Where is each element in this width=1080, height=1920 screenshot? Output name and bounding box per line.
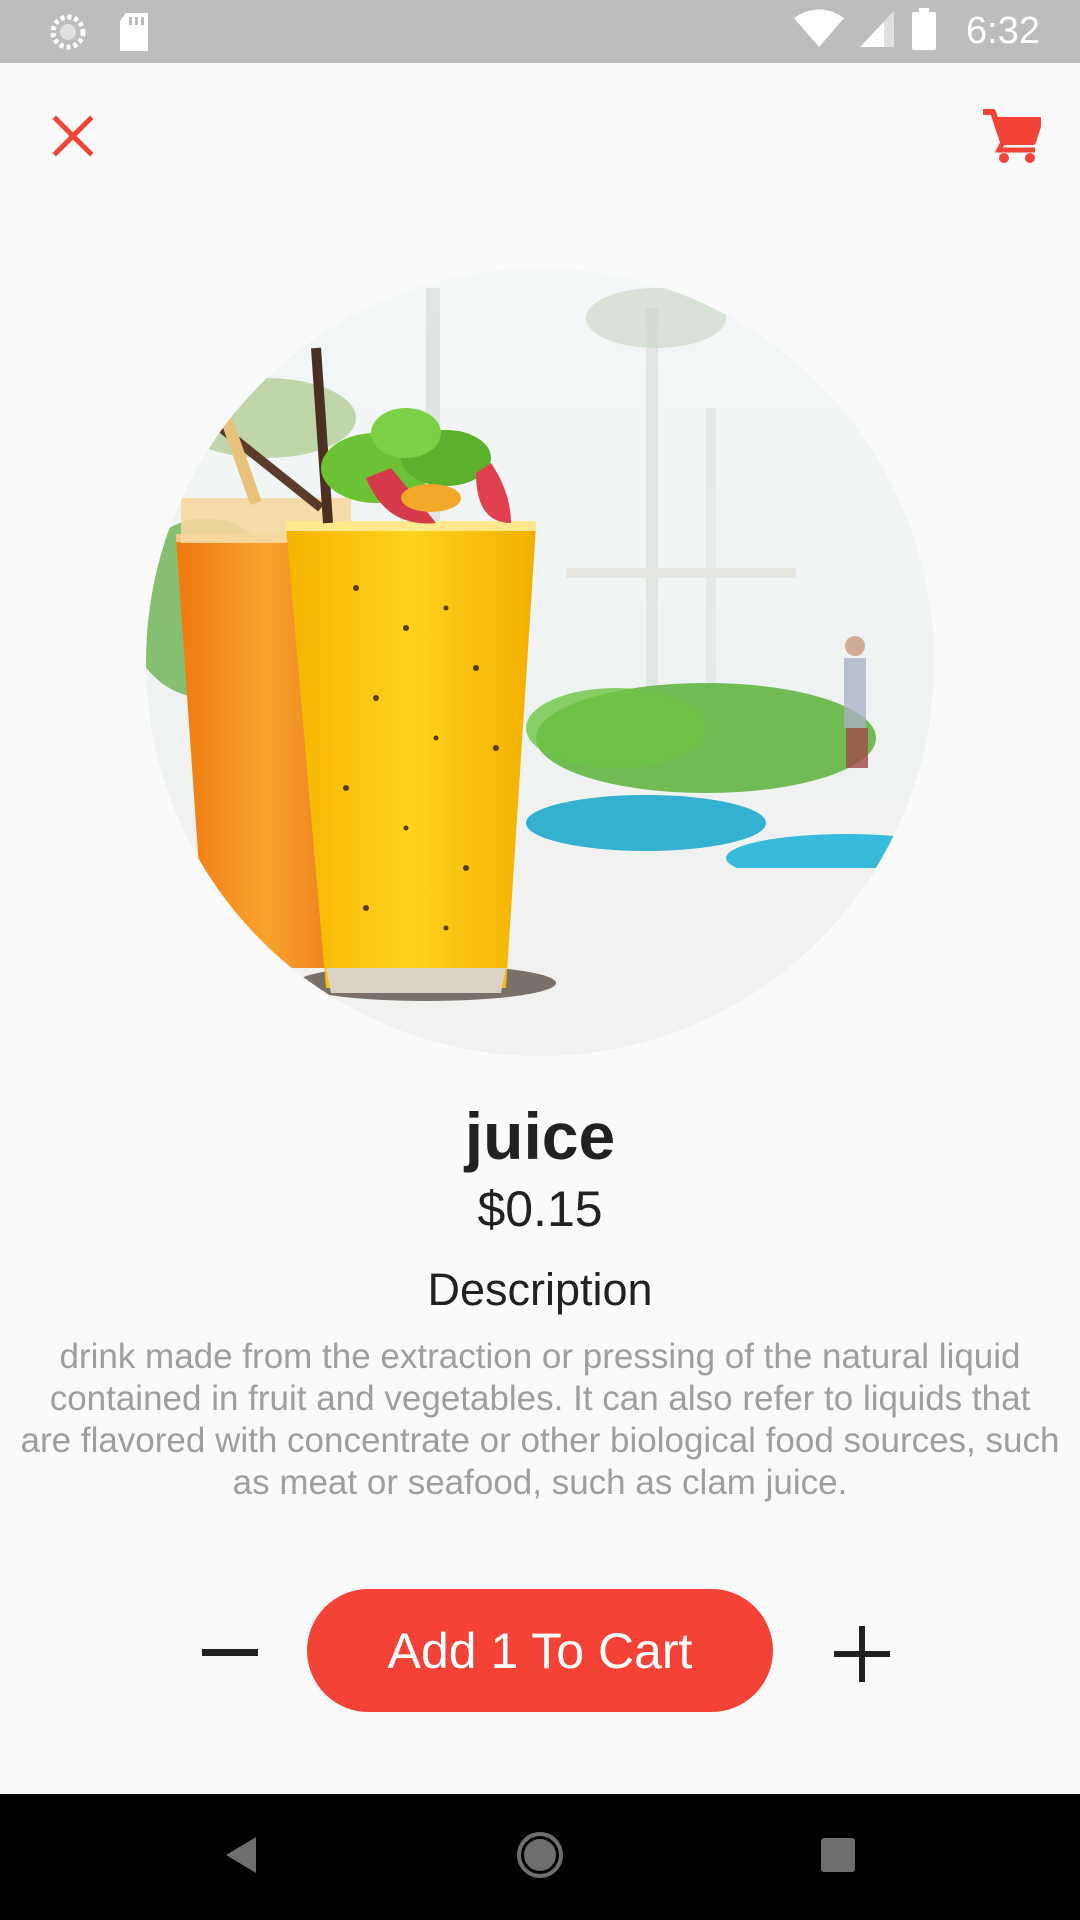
back-icon bbox=[224, 1835, 258, 1880]
close-button[interactable] bbox=[40, 105, 106, 171]
description-heading: Description bbox=[427, 1264, 653, 1315]
increment-button[interactable] bbox=[822, 1616, 902, 1696]
add-to-cart-button[interactable]: Add 1 To Cart bbox=[307, 1589, 773, 1712]
recents-button[interactable] bbox=[803, 1822, 873, 1892]
shopping-cart-icon bbox=[983, 108, 1043, 169]
battery-icon bbox=[912, 8, 937, 55]
sync-icon bbox=[48, 12, 88, 57]
plus-icon bbox=[834, 1625, 890, 1687]
status-time: 6:32 bbox=[966, 10, 1040, 52]
status-bar-left bbox=[48, 12, 150, 57]
home-icon bbox=[515, 1830, 565, 1885]
close-icon bbox=[51, 114, 95, 163]
product-name: juice bbox=[464, 1099, 616, 1173]
sd-card-icon bbox=[118, 13, 150, 56]
product-detail-screen: 6:32 juice $0.15 Description drink made … bbox=[0, 0, 1080, 1920]
navigation-bar bbox=[0, 1794, 1080, 1920]
status-bar: 6:32 bbox=[0, 0, 1080, 63]
recents-icon bbox=[821, 1837, 855, 1877]
signal-icon bbox=[860, 9, 896, 54]
description-text: drink made from the extraction or pressi… bbox=[20, 1337, 1060, 1502]
cart-button[interactable] bbox=[974, 100, 1050, 176]
product-image bbox=[146, 268, 934, 1056]
minus-icon bbox=[202, 1646, 258, 1664]
home-button[interactable] bbox=[505, 1822, 575, 1892]
decrement-button[interactable] bbox=[190, 1620, 270, 1690]
back-button[interactable] bbox=[206, 1822, 276, 1892]
wifi-icon bbox=[794, 9, 845, 54]
product-price: $0.15 bbox=[477, 1181, 603, 1237]
status-bar-right: 6:32 bbox=[794, 8, 1040, 55]
